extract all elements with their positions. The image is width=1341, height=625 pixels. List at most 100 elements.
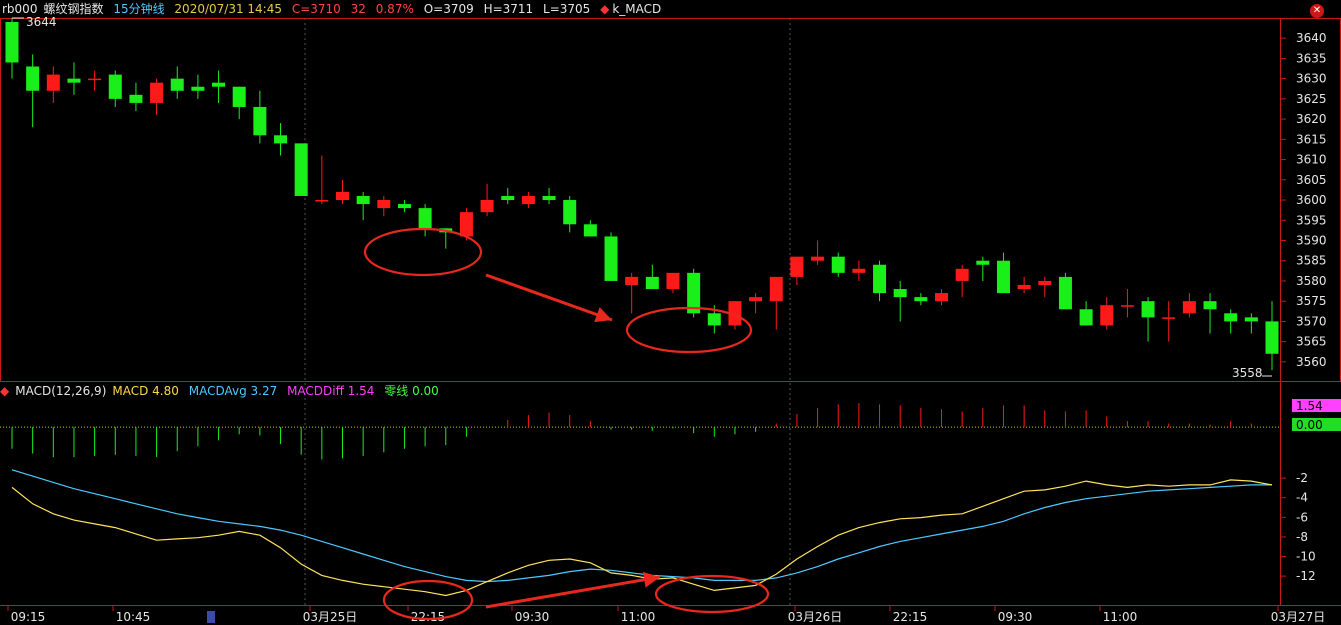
candle-body xyxy=(5,22,19,63)
macd-tick-label: -8 xyxy=(1296,530,1308,544)
candle-body xyxy=(666,272,680,290)
candle-body xyxy=(790,256,804,277)
candle-body xyxy=(1100,305,1114,326)
macd-value: MACD 4.80 xyxy=(112,384,179,398)
price-panel-frame xyxy=(0,18,1341,382)
candle-body xyxy=(1017,284,1031,290)
time-tick-label: 03月25日 xyxy=(303,610,358,624)
macd-tick-label: -4 xyxy=(1296,491,1308,505)
macd-tick-label: -12 xyxy=(1296,569,1316,583)
candle-body xyxy=(1141,301,1155,318)
time-tick-label: 09:30 xyxy=(998,610,1033,624)
candle-body xyxy=(46,74,60,91)
candle-body xyxy=(1224,313,1238,322)
candle-body xyxy=(1079,309,1093,326)
candle-body xyxy=(542,195,556,201)
price-tick-label: 3630 xyxy=(1296,72,1327,86)
candle-body xyxy=(749,297,763,302)
instrument-name: 螺纹钢指数 xyxy=(43,2,104,16)
candle-body xyxy=(212,82,226,87)
candle-body xyxy=(26,66,40,91)
time-tick-label: 03月26日 xyxy=(788,610,843,624)
price-tick-label: 3590 xyxy=(1296,233,1327,247)
zero-line-value: 零线 0.00 xyxy=(384,384,439,398)
candle-body xyxy=(274,135,288,144)
markup-ellipse xyxy=(625,306,753,354)
price-tick-label: 3570 xyxy=(1296,314,1327,328)
price-tick-label: 3605 xyxy=(1296,173,1327,187)
candle-body xyxy=(893,289,907,298)
candle-body xyxy=(191,86,205,91)
scroll-marker xyxy=(207,611,215,623)
macd-diff-value: MACDDiff 1.54 xyxy=(287,384,375,398)
candle-body xyxy=(129,94,143,103)
price-tick-label: 3580 xyxy=(1296,274,1327,288)
arrow-head xyxy=(642,571,660,588)
close-value: C=3710 xyxy=(291,2,341,16)
macd-avg-line xyxy=(11,469,1272,583)
candle-body xyxy=(831,256,845,273)
chart-canvas[interactable]: 3640 3635 3630 3625 3620 3615 3610 3605 3600 3595… xyxy=(0,0,1341,625)
price-tick-label: 3610 xyxy=(1296,153,1327,167)
candle-body xyxy=(563,200,577,225)
high-value: H=3711 xyxy=(483,2,534,16)
macd-diff-axis-label: 1.54 xyxy=(1296,399,1323,413)
markup-arrow xyxy=(485,273,613,322)
period-label[interactable]: 15分钟线 xyxy=(113,2,164,16)
candle-body xyxy=(459,212,473,237)
candle-body xyxy=(1058,276,1072,310)
time-tick-label: 11:00 xyxy=(1103,610,1138,624)
zero-axis-label: 0.00 xyxy=(1296,418,1323,432)
candle-body xyxy=(377,200,391,209)
markup-ellipse xyxy=(363,227,483,277)
candle-body xyxy=(955,268,969,281)
kline-chart-window: 3640 3635 3630 3625 3620 3615 3610 3605 3600 3595… xyxy=(0,0,1341,625)
indicator-label[interactable]: ◆ k_MACD xyxy=(600,2,667,16)
candle-body xyxy=(356,195,370,205)
price-tick-label: 3595 xyxy=(1296,213,1327,227)
low-price-label: 3558 xyxy=(1232,366,1263,380)
macd-title[interactable]: MACD(12,26,9) xyxy=(15,384,106,398)
candle-body xyxy=(1265,321,1279,354)
time-tick-label: 10:45 xyxy=(116,610,151,624)
candle-body xyxy=(769,276,783,302)
macd-tick-label: -2 xyxy=(1296,471,1308,485)
candle-body xyxy=(583,224,597,237)
candle-body xyxy=(1203,301,1217,310)
candle-body xyxy=(976,260,990,265)
candle-body xyxy=(996,260,1010,294)
candle-body xyxy=(108,74,122,99)
price-tick-label: 3640 xyxy=(1296,31,1327,45)
candle-body xyxy=(1038,280,1052,285)
bar-datetime: 2020/07/31 14:45 xyxy=(174,2,282,16)
candle-body xyxy=(294,143,308,196)
candle-body xyxy=(315,200,329,202)
candle-body xyxy=(852,268,866,273)
candle-body xyxy=(1244,317,1258,322)
price-tick-label: 3565 xyxy=(1296,335,1327,349)
candle-body xyxy=(88,78,102,81)
close-icon[interactable]: ✕ xyxy=(1310,4,1324,18)
price-tick-label: 3585 xyxy=(1296,254,1327,268)
candle-body xyxy=(1182,301,1196,314)
candle-body xyxy=(604,236,618,281)
price-tick-label: 3560 xyxy=(1296,355,1327,369)
macd-avg-value: MACDAvg 3.27 xyxy=(188,384,278,398)
candle-body xyxy=(397,204,411,209)
price-tick-label: 3575 xyxy=(1296,294,1327,308)
price-tick-label: 3620 xyxy=(1296,112,1327,126)
macd-tick-label: -6 xyxy=(1296,510,1308,524)
candle-body xyxy=(625,276,639,285)
change-value: 32 xyxy=(350,2,366,16)
markup-ellipse xyxy=(654,574,770,614)
candle-body xyxy=(645,276,659,290)
change-pct: 0.87% xyxy=(375,2,414,16)
candle-body xyxy=(170,78,184,91)
price-tick-label: 3635 xyxy=(1296,51,1327,65)
symbol-code: rb000 xyxy=(2,2,38,16)
time-tick-label: 09:15 xyxy=(11,610,46,624)
candle-body xyxy=(935,293,949,302)
macd-header: ◆ MACD(12,26,9) MACD 4.80 MACDAvg 3.27 MAC… xyxy=(0,382,1280,400)
time-tick-label: 11:00 xyxy=(621,610,656,624)
candle-body xyxy=(521,195,535,205)
